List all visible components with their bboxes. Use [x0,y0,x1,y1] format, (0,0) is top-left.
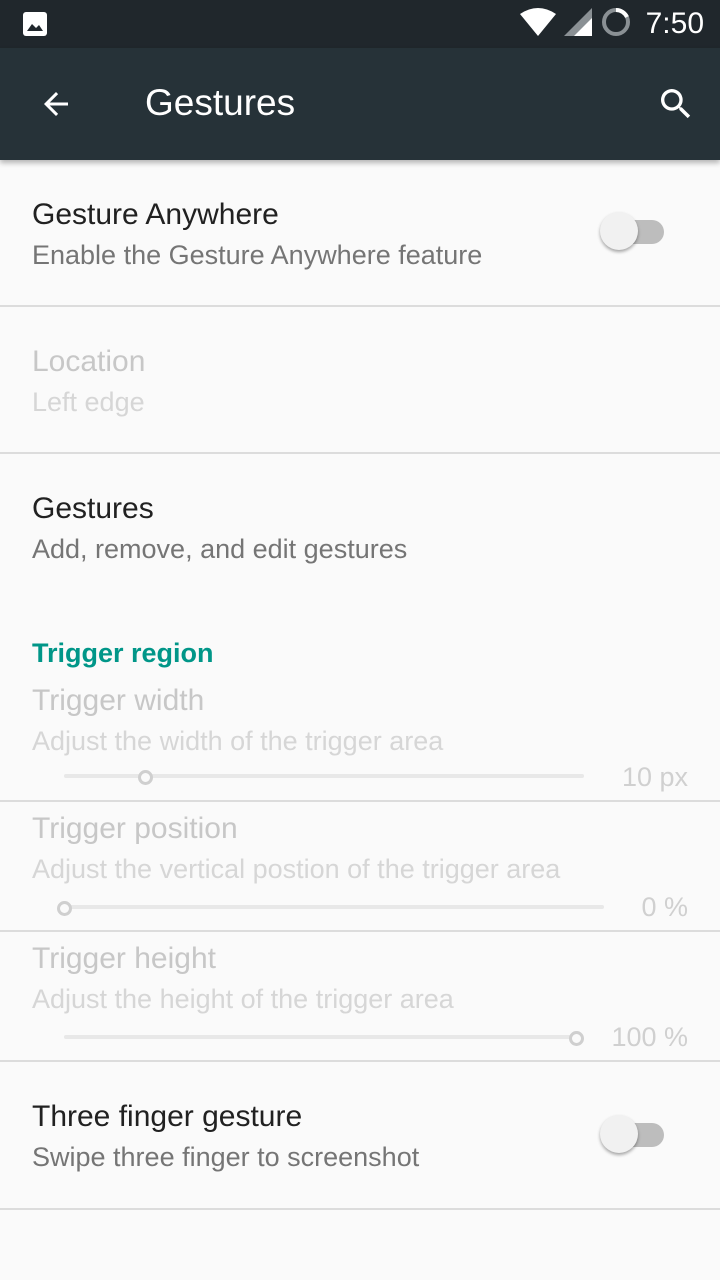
trigger-position-slider[interactable] [64,905,604,909]
trigger-height-slider[interactable] [64,1035,574,1039]
arrow-back-icon [44,92,68,116]
trigger-height-pref[interactable]: Trigger height Adjust the height of the … [0,932,720,1060]
trigger-position-value: 0 % [641,892,688,922]
image-notification-icon [22,11,48,37]
three-finger-pref[interactable]: Three finger gesture Swipe three finger … [0,1062,720,1208]
location-title: Location [32,345,146,378]
status-icons: 7:50 [519,0,704,48]
back-button[interactable] [28,76,84,132]
gestures-title: Gestures [32,492,154,525]
trigger-position-title: Trigger position [32,812,238,845]
trigger-position-slider-thumb[interactable] [57,901,72,916]
gesture-anywhere-summary: Enable the Gesture Anywhere feature [32,240,483,270]
location-pref[interactable]: Location Left edge [0,307,720,453]
three-finger-summary: Swipe three finger to screenshot [32,1142,420,1172]
app-bar: Gestures [0,48,720,160]
gesture-anywhere-title: Gesture Anywhere [32,198,279,231]
search-icon [661,89,691,119]
three-finger-switch[interactable] [598,1111,668,1159]
trigger-region-category: Trigger region [32,638,214,668]
trigger-height-slider-thumb[interactable] [569,1031,584,1046]
signal-icon [563,7,592,41]
trigger-width-title: Trigger width [32,684,205,717]
gesture-anywhere-pref[interactable]: Gesture Anywhere Enable the Gesture Anyw… [0,160,720,306]
trigger-height-summary: Adjust the height of the trigger area [32,984,454,1014]
wifi-icon [519,7,556,41]
battery-charging-icon [600,6,632,43]
gestures-pref[interactable]: Gestures Add, remove, and edit gestures [0,454,720,600]
page-title: Gestures [145,82,296,123]
search-button[interactable] [648,76,704,132]
trigger-position-pref[interactable]: Trigger position Adjust the vertical pos… [0,802,720,930]
status-bar: 7:50 [0,0,720,48]
location-summary: Left edge [32,387,145,417]
switch-thumb [600,212,638,250]
trigger-height-title: Trigger height [32,942,216,975]
trigger-width-value: 10 px [621,762,688,792]
trigger-width-pref[interactable]: Trigger width Adjust the width of the tr… [0,670,720,800]
three-finger-title: Three finger gesture [32,1100,303,1133]
trigger-width-slider-thumb[interactable] [138,770,153,785]
trigger-width-summary: Adjust the width of the trigger area [32,726,444,756]
trigger-height-value: 100 % [611,1022,688,1052]
gesture-anywhere-switch[interactable] [598,208,668,256]
switch-thumb [600,1115,638,1153]
divider [0,1208,720,1210]
status-time: 7:50 [645,7,704,40]
gestures-summary: Add, remove, and edit gestures [32,534,408,564]
trigger-position-summary: Adjust the vertical postion of the trigg… [32,854,561,884]
